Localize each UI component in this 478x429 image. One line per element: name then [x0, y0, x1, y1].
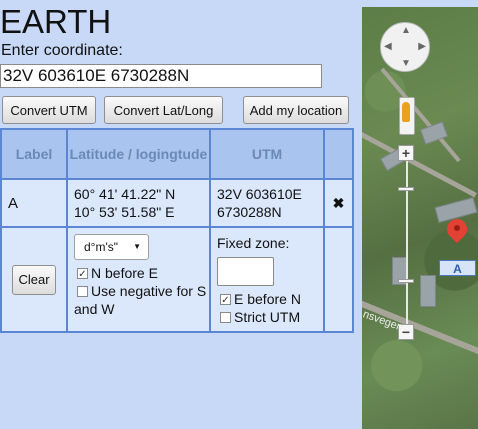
pan-up-icon[interactable]: ▲ [401, 25, 411, 36]
table-row: A 60° 41' 41.22" N 10° 53' 51.58" E 32V … [0, 178, 354, 228]
fixed-zone-input[interactable] [217, 257, 274, 286]
pan-control[interactable]: ▲ ▼ ◀ ▶ [380, 22, 430, 72]
options-empty-cell [323, 226, 354, 333]
clear-button[interactable]: Clear [12, 264, 56, 295]
header-utm: UTM [209, 128, 325, 180]
zoom-slider-notch [398, 279, 414, 283]
remove-row-button[interactable]: ✖ [323, 178, 354, 228]
e-before-n-label: E before N [234, 291, 301, 307]
pan-right-icon[interactable]: ▶ [418, 41, 426, 52]
e-before-n-checkbox[interactable]: ✓ [220, 293, 231, 306]
e-before-n-option[interactable]: ✓ E before N [217, 290, 323, 308]
map-marker-icon[interactable] [442, 214, 472, 247]
clear-cell: Clear [0, 226, 68, 333]
table-header-row: Label Latitude / logingtude UTM [0, 128, 354, 180]
format-select-value: d°m's" [84, 240, 119, 254]
zoom-slider-track[interactable] [406, 147, 408, 337]
convert-latlong-button[interactable]: Convert Lat/Long [104, 96, 223, 124]
n-before-e-option[interactable]: ✓ N before E [74, 264, 209, 282]
pan-down-icon[interactable]: ▼ [401, 58, 411, 69]
chevron-down-icon: ▼ [133, 242, 141, 251]
row-utm-northing: 6730288N [217, 204, 282, 220]
row-label: A [0, 178, 68, 228]
options-row: Clear d°m's" ▼ ✓ N before E Use negative … [0, 226, 354, 333]
header-latlong: Latitude / logingtude [66, 128, 211, 180]
n-before-e-label: N before E [91, 265, 158, 281]
app-title: EARTH [0, 3, 112, 40]
utm-options-cell: Fixed zone: ✓ E before N Strict UTM [209, 226, 325, 333]
fixed-zone-label: Fixed zone: [217, 235, 290, 251]
header-empty [323, 128, 354, 180]
satellite-imagery [362, 7, 478, 429]
use-negative-option[interactable]: Use negative for S and W [74, 282, 209, 318]
row-latlong: 60° 41' 41.22" N 10° 53' 51.58" E [66, 178, 211, 228]
convert-utm-button[interactable]: Convert UTM [2, 96, 96, 124]
header-label: Label [0, 128, 68, 180]
strict-utm-label: Strict UTM [234, 309, 301, 325]
x-icon[interactable]: ✖ [333, 195, 345, 211]
row-latitude: 60° 41' 41.22" N [74, 186, 176, 202]
zoom-in-button[interactable]: + [398, 145, 414, 161]
marker-dot [454, 225, 460, 231]
row-utm: 32V 603610E 6730288N [209, 178, 325, 228]
street-view-pegman-icon[interactable] [399, 97, 415, 135]
row-longitude: 10° 53' 51.58" E [74, 204, 175, 220]
n-before-e-checkbox[interactable]: ✓ [77, 267, 88, 280]
add-my-location-button[interactable]: Add my location [243, 96, 349, 124]
strict-utm-checkbox[interactable] [220, 311, 231, 323]
coordinate-label: Enter coordinate: [1, 42, 123, 59]
marker-label[interactable]: A [439, 260, 476, 276]
format-options-cell: d°m's" ▼ ✓ N before E Use negative for S … [66, 226, 211, 333]
coordinates-table: Label Latitude / logingtude UTM A 60° 41… [0, 128, 354, 333]
format-select[interactable]: d°m's" ▼ [74, 234, 149, 260]
coordinate-input[interactable] [0, 64, 322, 88]
pan-left-icon[interactable]: ◀ [384, 41, 392, 52]
use-negative-checkbox[interactable] [77, 285, 88, 297]
strict-utm-option[interactable]: Strict UTM [217, 308, 323, 326]
map-view[interactable]: ▲ ▼ ◀ ▶ + − A nsvegen [362, 7, 478, 429]
zoom-slider-handle[interactable] [398, 187, 414, 191]
use-negative-label: Use negative for S and W [74, 283, 207, 317]
row-utm-zone-easting: 32V 603610E [217, 186, 302, 202]
building [420, 275, 436, 307]
converter-panel: EARTH Enter coordinate: Convert UTM Conv… [0, 0, 362, 429]
